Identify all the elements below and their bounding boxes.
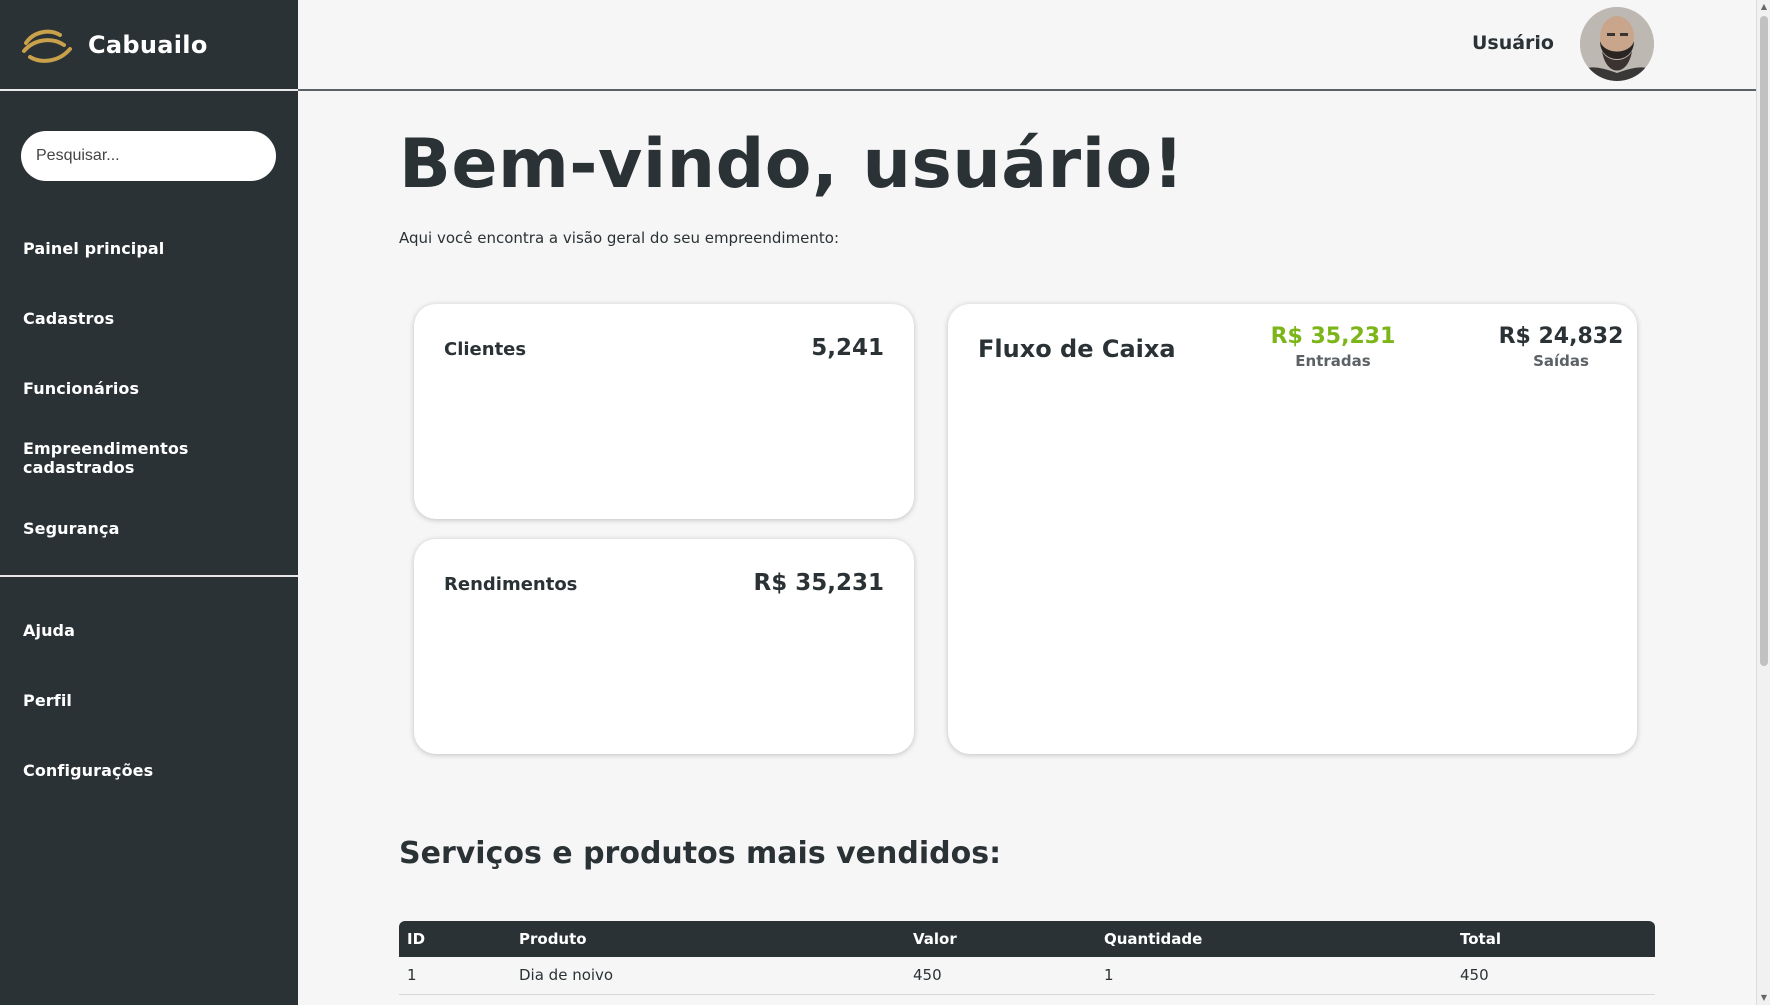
sidebar-item-cadastros[interactable]: Cadastros bbox=[0, 283, 298, 353]
table-row[interactable]: 1 Dia de noivo 450 1 450 bbox=[399, 957, 1655, 995]
section-title: Serviços e produtos mais vendidos: bbox=[399, 836, 1002, 871]
sidebar-divider bbox=[0, 575, 298, 577]
sidebar-item-configuracoes[interactable]: Configurações bbox=[0, 735, 298, 805]
sidebar-item-seguranca[interactable]: Segurança bbox=[0, 493, 298, 563]
column-header-valor[interactable]: Valor bbox=[905, 921, 1096, 957]
rendimentos-value: R$ 35,231 bbox=[753, 570, 884, 596]
search-box bbox=[21, 131, 276, 181]
entradas-label: Entradas bbox=[1295, 352, 1371, 370]
rendimentos-title: Rendimentos bbox=[444, 574, 578, 595]
table-cell: 1 bbox=[1096, 957, 1452, 995]
vertical-scrollbar[interactable]: ▲ ▼ bbox=[1756, 0, 1770, 1005]
sidebar-item-funcionarios[interactable]: Funcionários bbox=[0, 353, 298, 423]
avatar[interactable] bbox=[1580, 7, 1654, 81]
column-header-quantidade[interactable]: Quantidade bbox=[1096, 921, 1452, 957]
saidas-value: R$ 24,832 bbox=[1498, 324, 1624, 349]
rendimentos-card: Rendimentos R$ 35,231 bbox=[414, 539, 914, 754]
avatar-icon bbox=[1580, 7, 1654, 81]
saidas-group: R$ 24,832 Saídas bbox=[1486, 324, 1636, 370]
clientes-title: Clientes bbox=[444, 339, 527, 360]
entradas-group: R$ 35,231 Entradas bbox=[1258, 324, 1408, 370]
table-cell: Dia de noivo bbox=[511, 957, 905, 995]
brand[interactable]: Cabuailo bbox=[0, 0, 298, 91]
entradas-value: R$ 35,231 bbox=[1270, 324, 1396, 349]
search-input[interactable] bbox=[36, 147, 256, 165]
brand-logo-icon bbox=[22, 29, 72, 63]
page-title: Bem-vindo, usuário! bbox=[399, 125, 1185, 204]
saidas-label: Saídas bbox=[1533, 352, 1589, 370]
column-header-id[interactable]: ID bbox=[399, 921, 511, 957]
scroll-thumb[interactable] bbox=[1760, 16, 1768, 666]
table-cell: 450 bbox=[1452, 957, 1655, 995]
sidebar-nav-secondary: Ajuda Perfil Configurações bbox=[0, 595, 298, 805]
sidebar-item-empreendimentos[interactable]: Empreendimentos cadastrados bbox=[0, 423, 298, 493]
sidebar-item-perfil[interactable]: Perfil bbox=[0, 665, 298, 735]
table-cell: 1 bbox=[399, 957, 511, 995]
column-header-produto[interactable]: Produto bbox=[511, 921, 905, 957]
fluxo-caixa-title: Fluxo de Caixa bbox=[978, 335, 1176, 363]
top-bar: Usuário bbox=[298, 0, 1756, 91]
sidebar-item-painel-principal[interactable]: Painel principal bbox=[0, 213, 298, 283]
table-cell: 450 bbox=[905, 957, 1096, 995]
clientes-card: Clientes 5,241 bbox=[414, 304, 914, 519]
clientes-value: 5,241 bbox=[811, 335, 884, 361]
page-subtitle: Aqui você encontra a visão geral do seu … bbox=[399, 229, 840, 247]
column-header-total[interactable]: Total bbox=[1452, 921, 1655, 957]
fluxo-caixa-card: Fluxo de Caixa R$ 35,231 Entradas R$ 24,… bbox=[948, 304, 1637, 754]
table-header-row: ID Produto Valor Quantidade Total bbox=[399, 921, 1655, 957]
brand-name: Cabuailo bbox=[88, 30, 208, 59]
sidebar-item-ajuda[interactable]: Ajuda bbox=[0, 595, 298, 665]
scroll-down-icon[interactable]: ▼ bbox=[1757, 991, 1770, 1005]
sidebar: Cabuailo Painel principal Cadastros Func… bbox=[0, 0, 298, 1005]
scroll-up-icon[interactable]: ▲ bbox=[1757, 0, 1770, 14]
user-name[interactable]: Usuário bbox=[1472, 32, 1554, 54]
sidebar-nav: Painel principal Cadastros Funcionários … bbox=[0, 213, 298, 563]
top-products-table: ID Produto Valor Quantidade Total 1 Dia … bbox=[399, 921, 1655, 995]
